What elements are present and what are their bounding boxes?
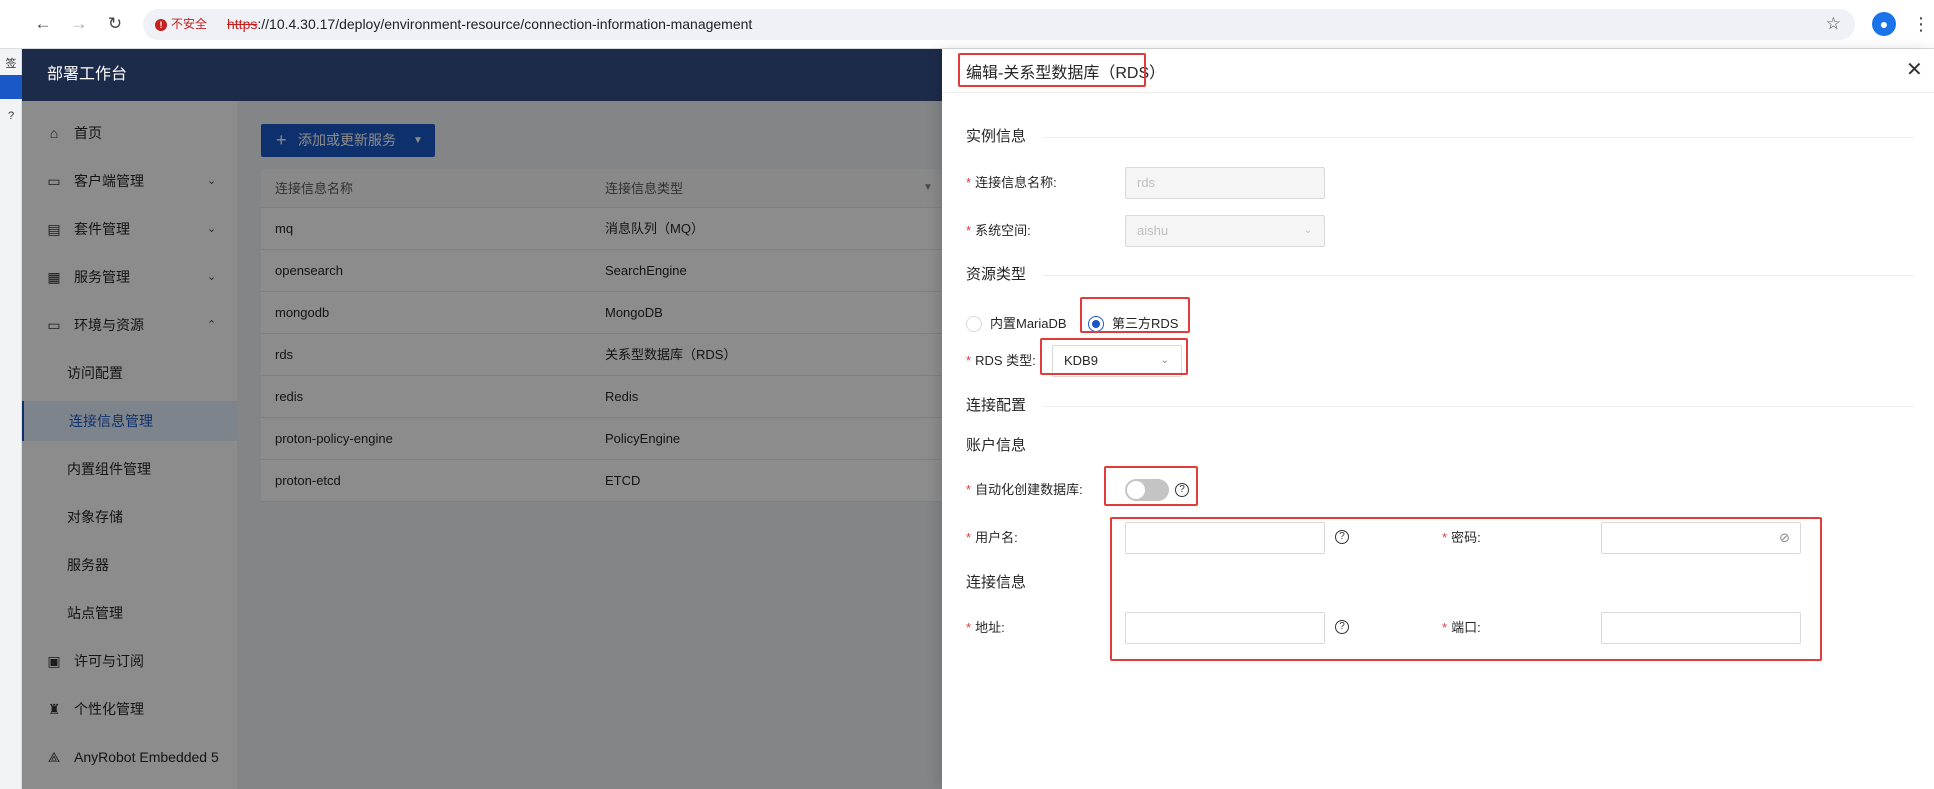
port-input[interactable]: [1601, 612, 1801, 644]
profile-avatar-icon[interactable]: ●: [1872, 12, 1896, 36]
url-text[interactable]: https://10.4.30.17/deploy/environment-re…: [227, 9, 752, 40]
browser-menu-icon[interactable]: ⋮: [1912, 12, 1930, 36]
section-account-info: 账户信息: [966, 437, 1027, 454]
drawer-title: 编辑-关系型数据库（RDS）: [966, 65, 1166, 82]
rds-type-value: KDB9: [1064, 353, 1098, 368]
radio-builtin-mariadb[interactable]: [966, 316, 982, 332]
username-label: * 用户名:: [966, 530, 1018, 545]
reload-icon[interactable]: ↻: [104, 13, 126, 35]
section-connection-config: 连接配置: [966, 397, 1027, 414]
password-label: * 密码:: [1442, 530, 1481, 545]
help-icon[interactable]: ?: [1335, 620, 1349, 634]
insecure-label: 不安全: [171, 17, 208, 31]
side-panel-active-marker[interactable]: [0, 75, 22, 99]
address-bar[interactable]: ! 不安全 https://10.4.30.17/deploy/environm…: [143, 9, 1855, 40]
namespace-value: aishu: [1137, 223, 1169, 238]
rds-type-select[interactable]: KDB9 ⌄: [1052, 345, 1182, 377]
help-icon[interactable]: ?: [1175, 483, 1189, 497]
radio-thirdparty-rds[interactable]: [1088, 316, 1104, 332]
edit-drawer: 编辑-关系型数据库（RDS） ✕ 实例信息 * 连接信息名称: rds * 系统空间…: [942, 49, 1934, 789]
security-indicator[interactable]: ! 不安全: [151, 14, 215, 35]
rds-type-label: * RDS 类型:: [966, 353, 1036, 368]
url-path: ://10.4.30.17/deploy/environment-resourc…: [257, 16, 753, 32]
section-instance-info: 实例信息: [966, 128, 1027, 145]
chevron-down-icon: ⌄: [1303, 225, 1312, 236]
url-scheme: https: [227, 16, 258, 32]
back-icon[interactable]: ←: [32, 13, 54, 35]
username-input[interactable]: [1125, 522, 1325, 554]
section-divider: [1042, 406, 1914, 407]
side-panel-strip: 签 ?: [0, 49, 22, 789]
eye-hidden-icon[interactable]: ⊘: [1779, 523, 1790, 553]
side-panel-help[interactable]: ?: [0, 105, 22, 127]
section-resource-type: 资源类型: [966, 266, 1027, 283]
help-icon[interactable]: ?: [1335, 530, 1349, 544]
address-input[interactable]: [1125, 612, 1325, 644]
close-icon[interactable]: ✕: [1906, 59, 1923, 81]
side-panel-item[interactable]: 签: [0, 53, 22, 75]
browser-toolbar: ← → ↻ ! 不安全 https://10.4.30.17/deploy/en…: [0, 0, 1934, 49]
app-title: 部署工作台: [47, 66, 128, 83]
radio-thirdparty-label[interactable]: 第三方RDS: [1112, 314, 1178, 334]
conn-name-input[interactable]: rds: [1125, 167, 1325, 199]
namespace-label: * 系统空间:: [966, 223, 1031, 238]
forward-icon[interactable]: →: [68, 13, 90, 35]
address-label: * 地址:: [966, 620, 1005, 635]
namespace-select[interactable]: aishu ⌄: [1125, 215, 1325, 247]
auto-create-db-label: * 自动化创建数据库:: [966, 482, 1083, 497]
modal-mask[interactable]: [22, 101, 942, 789]
warning-icon: !: [155, 18, 167, 31]
radio-builtin-label[interactable]: 内置MariaDB: [990, 314, 1067, 334]
drawer-divider: [942, 92, 1934, 93]
port-label: * 端口:: [1442, 620, 1481, 635]
chevron-down-icon: ⌄: [1160, 355, 1169, 366]
password-input[interactable]: ⊘: [1601, 522, 1801, 554]
section-divider: [1042, 275, 1914, 276]
section-divider: [1042, 137, 1914, 138]
auto-create-db-toggle[interactable]: [1125, 479, 1169, 501]
conn-name-label: * 连接信息名称:: [966, 175, 1057, 190]
section-connection-info: 连接信息: [966, 574, 1027, 591]
bookmark-star-icon[interactable]: ☆: [1826, 13, 1841, 35]
